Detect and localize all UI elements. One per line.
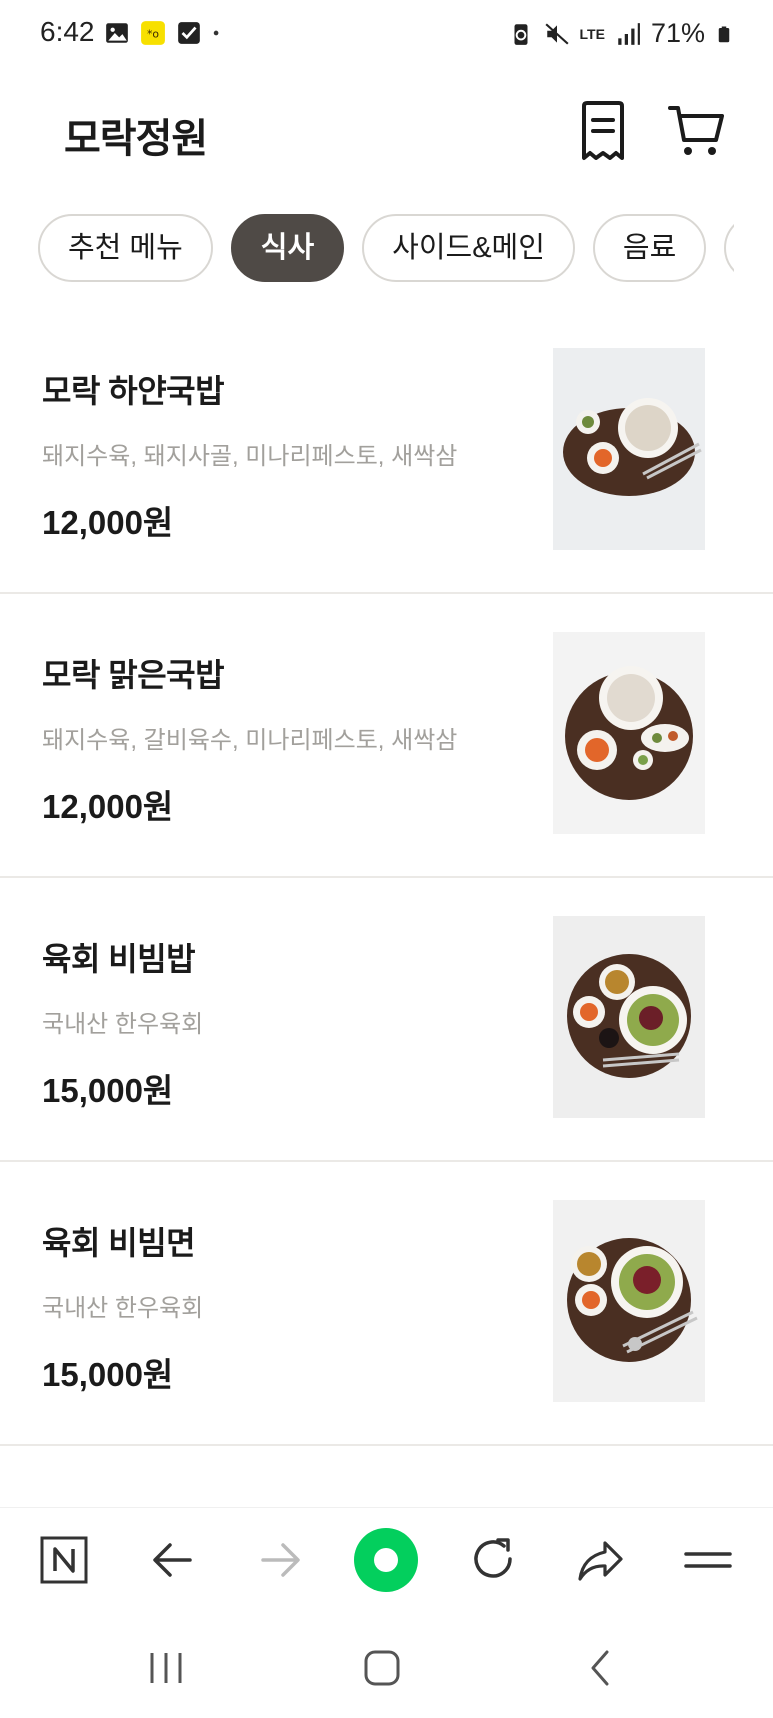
menu-item-desc: 돼지수육, 갈비육수, 미나리페스토, 새싹삼 [42, 727, 458, 754]
cart-icon [668, 106, 724, 155]
page-title: 모락정원 [64, 117, 208, 161]
tab-recommended[interactable]: 추천 메뉴 [38, 214, 213, 282]
battery-saver-icon [514, 23, 528, 45]
status-bar: 6:42 *o LTE 71% [0, 0, 773, 72]
home-button[interactable] [352, 1646, 412, 1690]
menu-item-price: 15,000원 [42, 1072, 174, 1109]
dot-icon [213, 30, 219, 36]
menu-item-price: 15,000원 [42, 1356, 174, 1393]
checkbox-icon [178, 22, 200, 44]
battery-icon [718, 26, 730, 42]
refresh-icon [474, 1538, 512, 1578]
menu-item-photo [553, 1200, 705, 1402]
naver-home-button[interactable] [36, 1532, 92, 1588]
receipt-icon [582, 101, 624, 160]
naver-home-icon [40, 1536, 88, 1584]
recent-apps-icon [150, 1653, 182, 1683]
menu-item-desc: 국내산 한우육회 [42, 1295, 204, 1322]
menu-item-photo [553, 632, 705, 834]
tab-strip: 추천 메뉴 식사 사이드&메인 음료 소 [38, 214, 734, 282]
share-icon [578, 1541, 623, 1581]
menu-item[interactable]: 모락 하얀국밥 돼지수육, 돼지사골, 미나리페스토, 새싹삼 12,000원 [0, 310, 773, 594]
receipt-button[interactable] [578, 100, 628, 164]
menu-item-desc: 돼지수육, 돼지사골, 미나리페스토, 새싹삼 [42, 443, 458, 470]
menu-item[interactable]: 모락 맑은국밥 돼지수육, 갈비육수, 미나리페스토, 새싹삼 12,000원 [0, 594, 773, 878]
category-tabs: 추천 메뉴 식사 사이드&메인 음료 소 [38, 214, 734, 286]
nav-back-button[interactable] [570, 1646, 630, 1690]
recent-apps-button[interactable] [136, 1646, 196, 1690]
gallery-icon [106, 23, 128, 43]
svg-text:*o: *o [147, 27, 159, 40]
home-icon [364, 1650, 400, 1686]
menu-item-name: 육회 비빔면 [42, 1225, 196, 1261]
kakao-icon: *o [141, 21, 165, 45]
battery-percent: 71% [650, 18, 705, 48]
android-nav-bar [0, 1616, 773, 1718]
menu-item-name: 모락 하얀국밥 [42, 373, 225, 409]
menu-item[interactable]: 육회 비빔밥 국내산 한우육회 15,000원 [0, 878, 773, 1162]
menu-item-photo [553, 916, 705, 1118]
system-icons: LTE 71% [508, 18, 733, 49]
forward-button[interactable] [252, 1532, 308, 1588]
menu-item-photo [553, 348, 705, 550]
back-button[interactable] [145, 1532, 201, 1588]
refresh-button[interactable] [465, 1532, 521, 1588]
menu-item-name: 육회 비빔밥 [42, 941, 196, 977]
signal-icon [618, 22, 640, 45]
notification-icons: *o [104, 20, 226, 46]
forward-arrow-icon [261, 1543, 300, 1577]
green-dot-button[interactable] [352, 1526, 420, 1594]
tab-more[interactable]: 소 [724, 214, 734, 282]
back-icon [591, 1650, 609, 1686]
lte-icon: LTE [579, 25, 605, 42]
back-arrow-icon [153, 1543, 192, 1577]
share-button[interactable] [572, 1532, 628, 1588]
menu-button[interactable] [680, 1532, 736, 1588]
header: 모락정원 [0, 88, 773, 174]
menu-item-price: 12,000원 [42, 788, 174, 825]
menu-item-price: 12,000원 [42, 504, 174, 541]
menu-icon [684, 1552, 732, 1568]
status-time: 6:42 [40, 16, 95, 47]
menu-item-name: 모락 맑은국밥 [42, 657, 225, 693]
tab-side-main[interactable]: 사이드&메인 [362, 214, 575, 282]
mute-icon [544, 22, 569, 45]
green-dot-icon [354, 1528, 418, 1592]
browser-toolbar [0, 1508, 773, 1616]
tab-meal[interactable]: 식사 [230, 214, 345, 282]
tab-drinks[interactable]: 음료 [592, 214, 707, 282]
menu-list: 모락 하얀국밥 돼지수육, 돼지사골, 미나리페스토, 새싹삼 12,000원 … [0, 310, 773, 1446]
menu-item[interactable]: 육회 비빔면 국내산 한우육회 15,000원 [0, 1162, 773, 1446]
cart-button[interactable] [668, 102, 726, 160]
menu-item-desc: 국내산 한우육회 [42, 1011, 204, 1038]
